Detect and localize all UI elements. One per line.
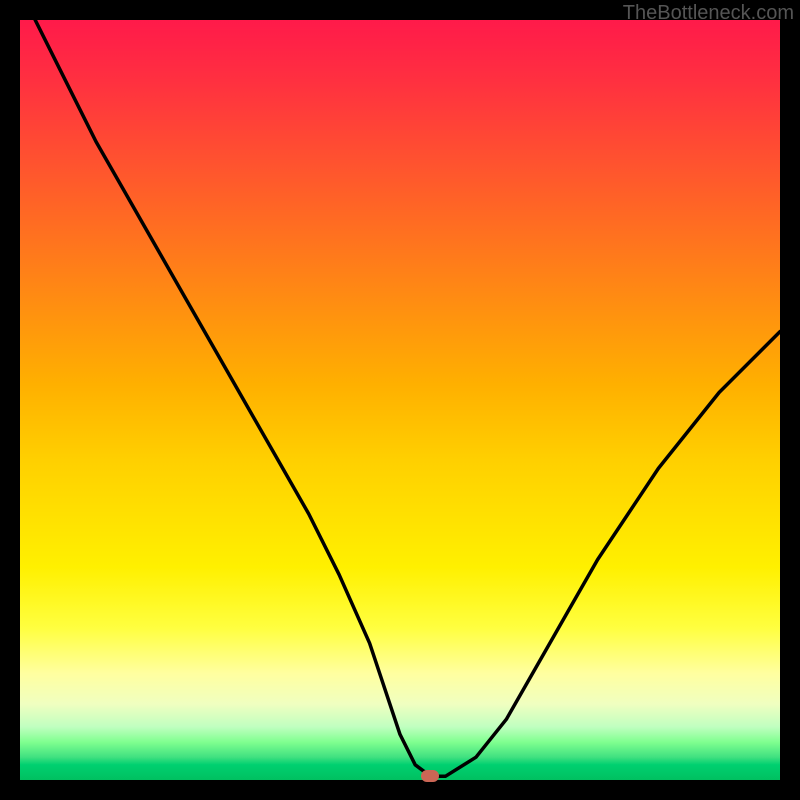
watermark-text: TheBottleneck.com — [623, 2, 794, 25]
bottleneck-curve — [20, 20, 780, 780]
optimal-marker — [421, 770, 439, 782]
chart-container: TheBottleneck.com — [0, 0, 800, 800]
plot-area — [20, 20, 780, 780]
